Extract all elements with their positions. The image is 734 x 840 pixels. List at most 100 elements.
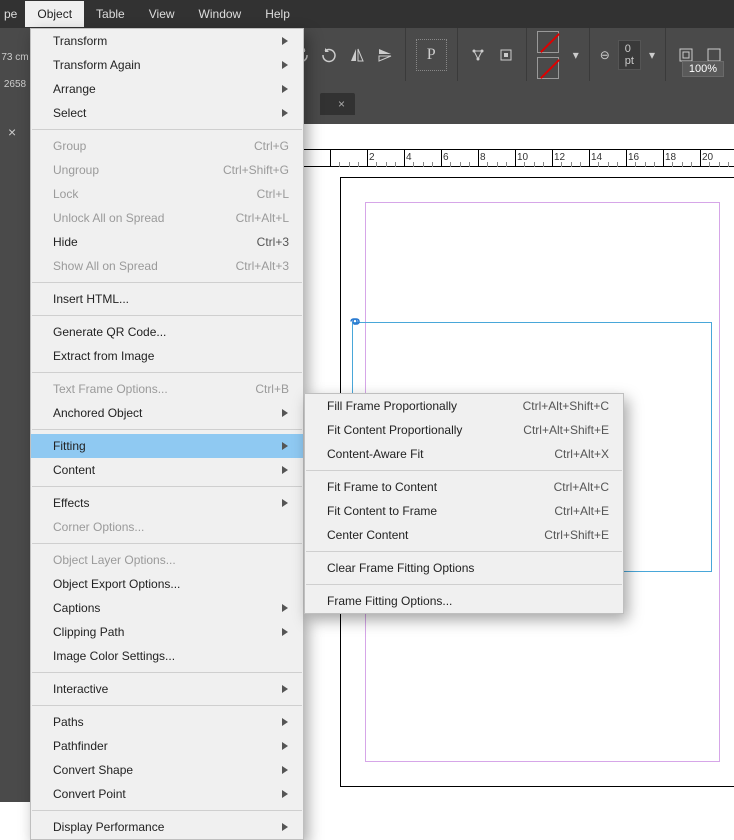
object-menu-image-color-settings[interactable]: Image Color Settings...: [31, 644, 303, 668]
fitting-menu-frame-fitting-options[interactable]: Frame Fitting Options...: [305, 589, 623, 613]
object-menu-anchored-object[interactable]: Anchored Object: [31, 401, 303, 425]
menu-item-label: Select: [53, 106, 86, 120]
object-menu-transform-again[interactable]: Transform Again: [31, 53, 303, 77]
stroke-weight-link-icon[interactable]: ⊖: [600, 48, 610, 62]
menu-item-shortcut: Ctrl+Alt+C: [554, 480, 609, 494]
rail-value-top: 73 cm: [0, 46, 30, 69]
menu-item-label: Object Layer Options...: [53, 553, 176, 567]
object-menu-arrange[interactable]: Arrange: [31, 77, 303, 101]
zoom-field[interactable]: 100%: [682, 61, 724, 77]
menu-help[interactable]: Help: [253, 1, 302, 27]
fitting-menu-separator: [306, 551, 622, 552]
menu-item-label: Object Export Options...: [53, 577, 180, 591]
menu-item-label: Fitting: [53, 439, 86, 453]
object-menu-dropdown: Transform Transform Again Arrange Select Gro…: [30, 28, 304, 840]
menu-view[interactable]: View: [137, 1, 187, 27]
submenu-arrow-icon: [269, 789, 289, 799]
fitting-menu-fit-content-to-frame[interactable]: Fit Content to Frame Ctrl+Alt+E: [305, 499, 623, 523]
menu-item-label: Convert Shape: [53, 763, 133, 777]
object-menu-separator: [32, 315, 302, 316]
close-panel-icon[interactable]: ×: [8, 124, 16, 140]
fitting-menu-center-content[interactable]: Center ContentCtrl+Shift+E: [305, 523, 623, 547]
fitting-menu-fit-frame-to-content[interactable]: Fit Frame to ContentCtrl+Alt+C: [305, 475, 623, 499]
menu-table[interactable]: Table: [84, 1, 137, 27]
rail-value-bottom: 2658: [0, 73, 30, 96]
menu-item-label: Image Color Settings...: [53, 649, 175, 663]
menu-item-shortcut: Ctrl+Alt+E: [554, 504, 609, 518]
menu-item-label: Display Performance: [53, 820, 164, 834]
menu-item-label: Ungroup: [53, 163, 99, 177]
submenu-arrow-icon: [269, 717, 289, 727]
flip-vertical-icon[interactable]: [375, 45, 395, 65]
object-menu-separator: [32, 129, 302, 130]
flip-horizontal-icon[interactable]: [347, 45, 367, 65]
object-menu-hide[interactable]: HideCtrl+3: [31, 230, 303, 254]
object-menu-convert-point[interactable]: Convert Point: [31, 782, 303, 806]
menu-item-label: Hide: [53, 235, 78, 249]
menu-item-label: Transform: [53, 34, 107, 48]
menu-item-label: Fit Content to Frame: [327, 504, 437, 518]
fill-swatch[interactable]: [537, 31, 559, 53]
menu-item-shortcut: Ctrl+Alt+Shift+E: [523, 423, 609, 437]
menu-item-label: Extract from Image: [53, 349, 154, 363]
object-menu-fitting[interactable]: Fitting: [31, 434, 303, 458]
object-menu-generate-qr-code[interactable]: Generate QR Code...: [31, 320, 303, 344]
object-menu-pathfinder[interactable]: Pathfinder: [31, 734, 303, 758]
paragraph-style-icon[interactable]: P: [416, 39, 447, 71]
object-menu-display-performance[interactable]: Display Performance: [31, 815, 303, 839]
object-menu-insert-html[interactable]: Insert HTML...: [31, 287, 303, 311]
object-menu-select[interactable]: Select: [31, 101, 303, 125]
object-menu-effects[interactable]: Effects: [31, 491, 303, 515]
submenu-arrow-icon: [269, 84, 289, 94]
fitting-menu-content-aware-fit[interactable]: Content-Aware Fit Ctrl+Alt+X: [305, 442, 623, 466]
close-icon[interactable]: ×: [338, 97, 345, 111]
menu-bar: peObjectTableViewWindowHelp: [0, 0, 734, 28]
menu-item-shortcut: Ctrl+Alt+L: [236, 211, 289, 225]
menu-window[interactable]: Window: [187, 1, 254, 27]
object-menu-ungroup: UngroupCtrl+Shift+G: [31, 158, 303, 182]
document-tab[interactable]: ×: [320, 93, 355, 115]
chain-link-icon: [348, 316, 362, 327]
object-menu-object-layer-options: Object Layer Options...: [31, 548, 303, 572]
select-container-icon[interactable]: [468, 45, 488, 65]
menu-item-label: Convert Point: [53, 787, 126, 801]
menu-object[interactable]: Object: [25, 1, 84, 27]
object-menu-extract-from-image[interactable]: Extract from Image: [31, 344, 303, 368]
menu-item-label: Text Frame Options...: [53, 382, 168, 396]
menu-item-shortcut: Ctrl+Shift+E: [544, 528, 609, 542]
menu-item-shortcut: Ctrl+Alt+X: [554, 447, 609, 461]
object-menu-content[interactable]: Content: [31, 458, 303, 482]
left-property-rail: 73 cm 2658: [0, 28, 30, 802]
menu-item-shortcut: Ctrl+B: [255, 382, 289, 396]
menu-item-label: Insert HTML...: [53, 292, 129, 306]
object-menu-transform[interactable]: Transform: [31, 29, 303, 53]
object-menu-captions[interactable]: Captions: [31, 596, 303, 620]
submenu-arrow-icon: [269, 108, 289, 118]
fitting-menu-clear-frame-fitting-options[interactable]: Clear Frame Fitting Options: [305, 556, 623, 580]
object-menu-separator: [32, 486, 302, 487]
object-menu-object-export-options[interactable]: Object Export Options...: [31, 572, 303, 596]
menu-item-label: Content-Aware Fit: [327, 447, 424, 461]
fitting-menu-fill-frame-proportionally[interactable]: Fill Frame ProportionallyCtrl+Alt+Shift+…: [305, 394, 623, 418]
chevron-down-icon[interactable]: ▾: [573, 48, 579, 62]
stroke-swatch[interactable]: [537, 57, 559, 79]
fitting-menu-fit-content-proportionally[interactable]: Fit Content ProportionallyCtrl+Alt+Shift…: [305, 418, 623, 442]
object-menu-separator: [32, 705, 302, 706]
object-menu-interactive[interactable]: Interactive: [31, 677, 303, 701]
stroke-weight-field[interactable]: 0 pt: [618, 40, 641, 70]
object-menu-convert-shape[interactable]: Convert Shape: [31, 758, 303, 782]
fitting-menu-separator: [306, 470, 622, 471]
object-menu-clipping-path[interactable]: Clipping Path: [31, 620, 303, 644]
object-menu-paths[interactable]: Paths: [31, 710, 303, 734]
menu-pe[interactable]: pe: [0, 1, 25, 27]
submenu-arrow-icon: [269, 684, 289, 694]
menu-item-label: Arrange: [53, 82, 96, 96]
menu-item-label: Corner Options...: [53, 520, 144, 534]
menu-item-shortcut: Ctrl+Alt+3: [236, 259, 289, 273]
menu-item-label: Unlock All on Spread: [53, 211, 164, 225]
menu-item-label: Group: [53, 139, 86, 153]
menu-item-label: Captions: [53, 601, 100, 615]
fitting-submenu: Fill Frame ProportionallyCtrl+Alt+Shift+…: [304, 393, 624, 614]
select-content-icon[interactable]: [496, 45, 516, 65]
rotate-cw-icon[interactable]: [319, 45, 339, 65]
